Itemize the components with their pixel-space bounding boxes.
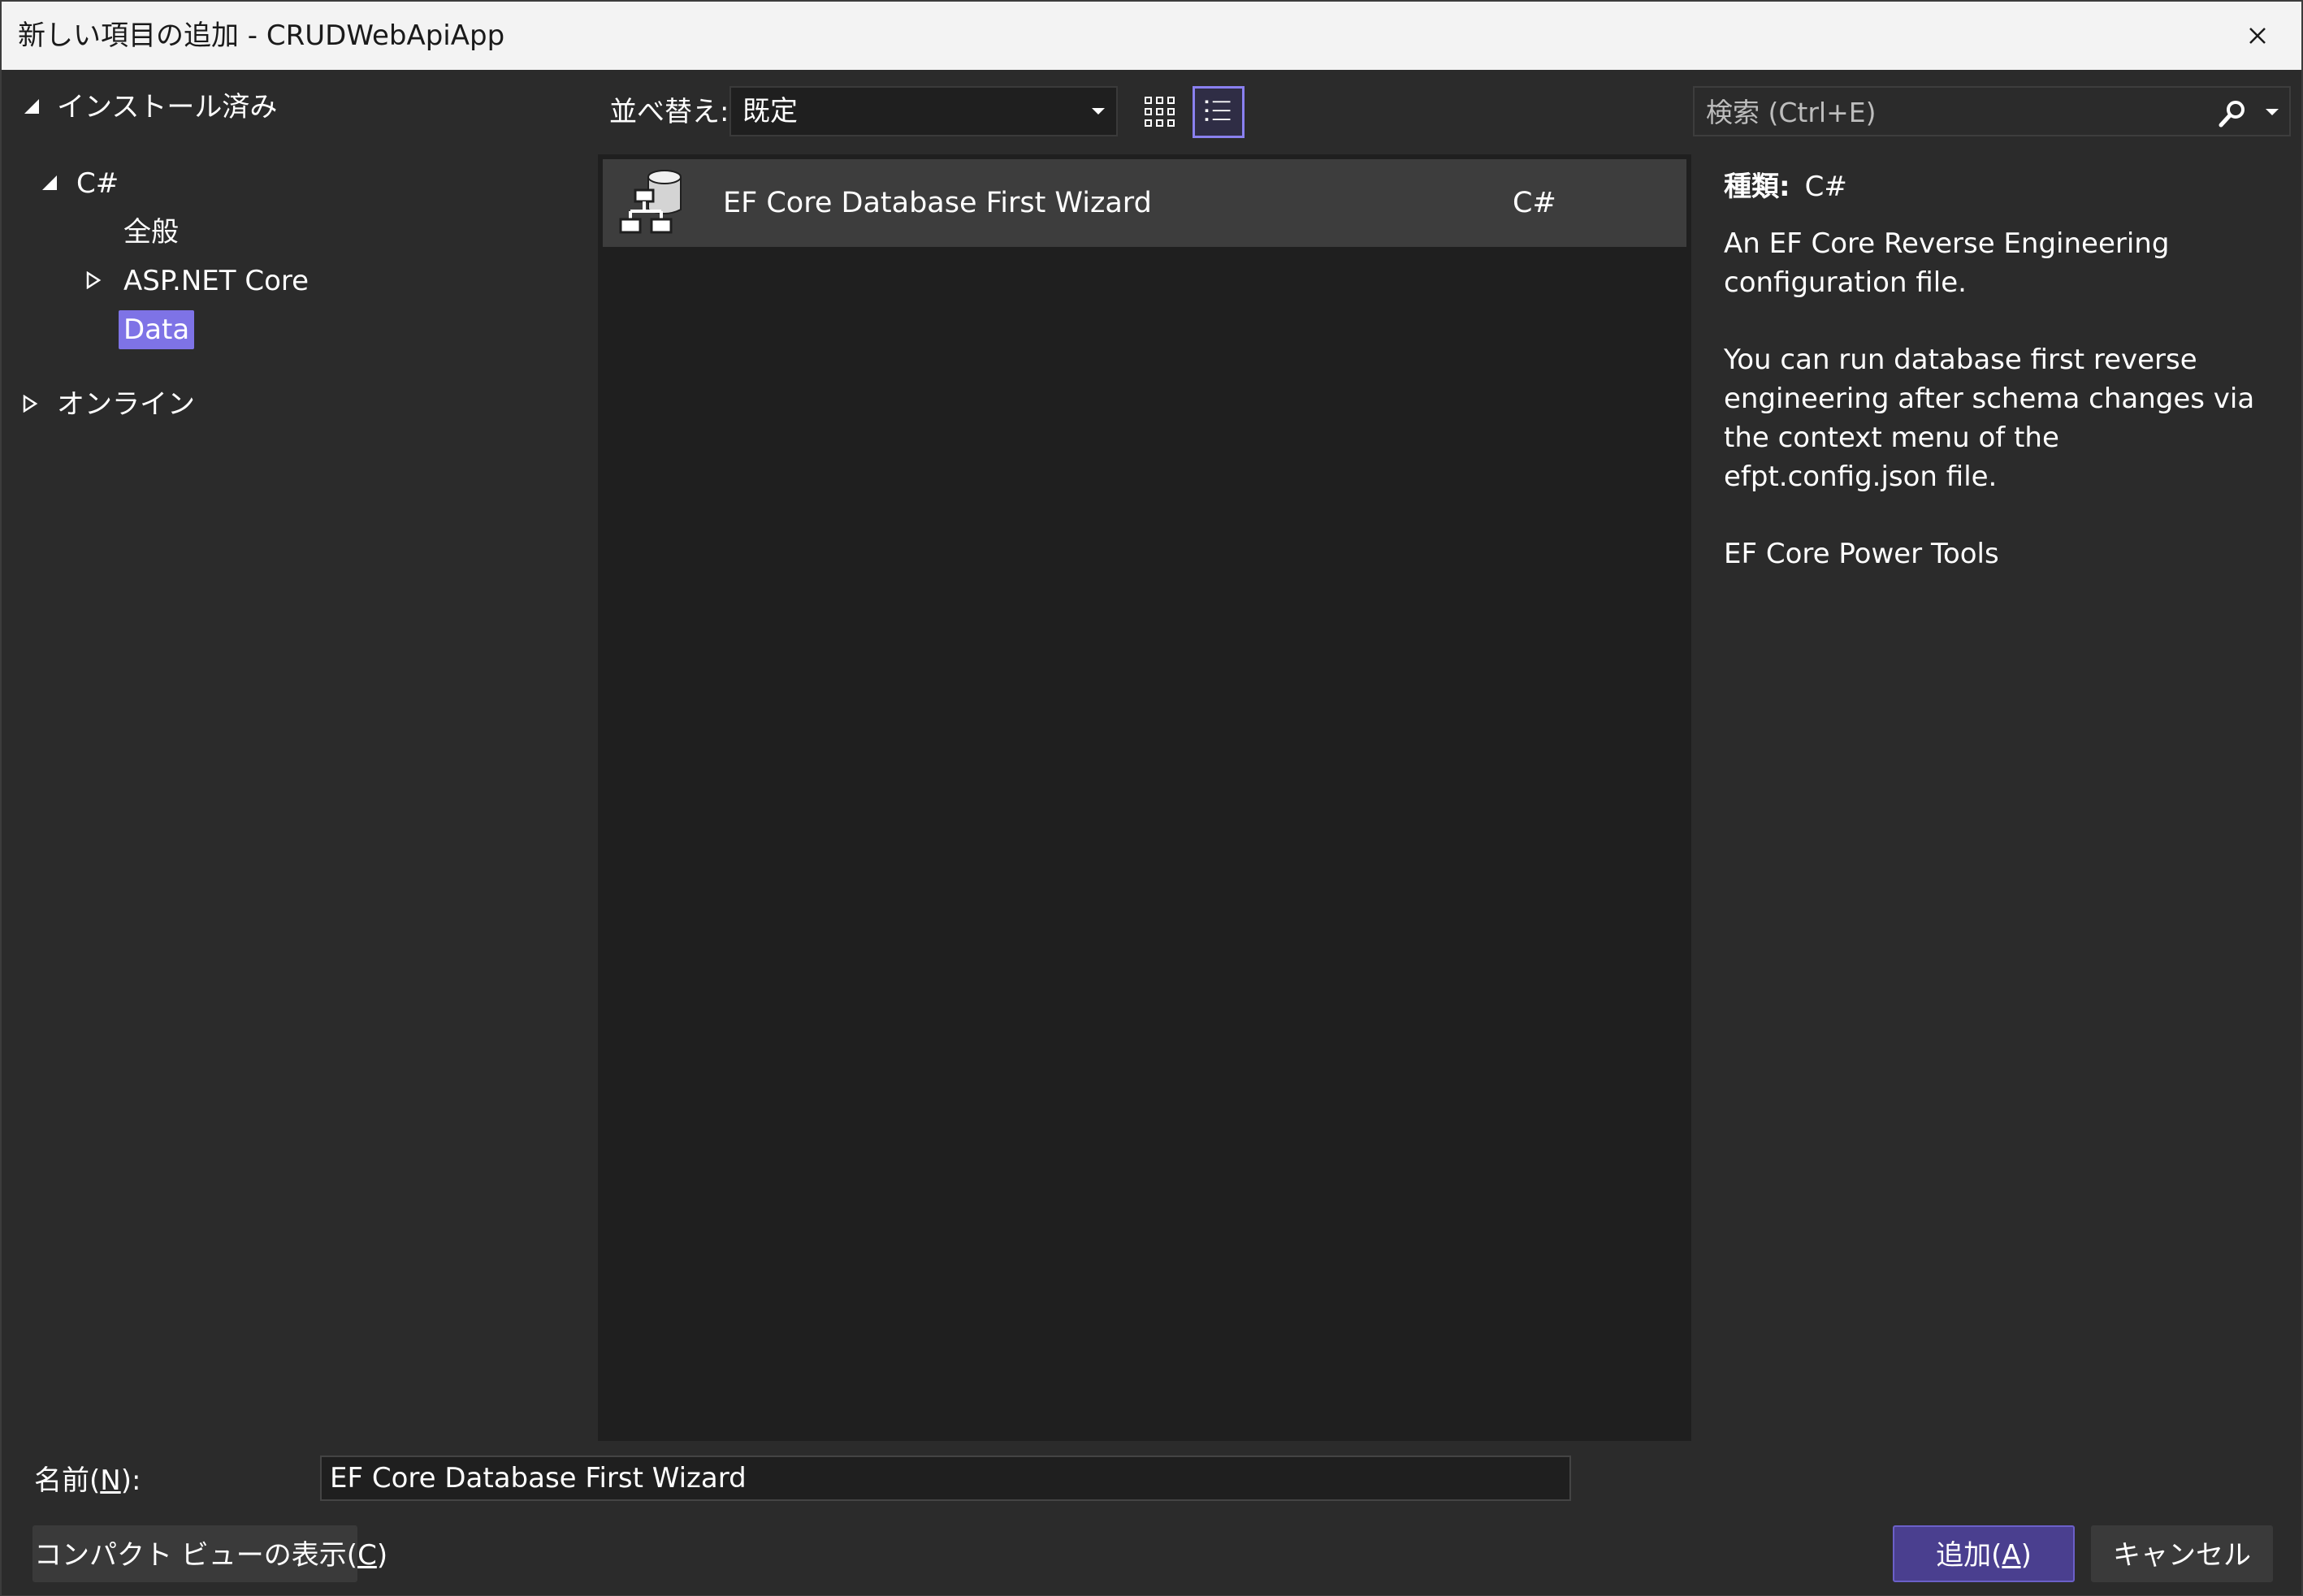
name-label: 名前(N): — [34, 1461, 141, 1500]
search-icon[interactable] — [2216, 97, 2249, 130]
search-box[interactable] — [1693, 86, 2291, 136]
compact-view-prefix: コンパクト ビューの表示( — [34, 1539, 358, 1572]
category-tree: インストール済み C# 全般 ASP.NET Core Data オンライン — [2, 71, 595, 1444]
tree-node-general[interactable]: 全般 — [2, 213, 587, 252]
compact-view-button[interactable]: コンパクト ビューの表示(C) — [32, 1525, 387, 1582]
tree-node-data-label: Data — [119, 310, 195, 349]
add-button-prefix: 追加( — [1936, 1539, 2002, 1572]
tree-node-csharp[interactable]: C# — [2, 164, 587, 203]
add-button[interactable]: 追加(A) — [1893, 1525, 2075, 1582]
expanded-triangle-icon[interactable] — [23, 97, 41, 115]
details-type-value: C# — [1804, 171, 1847, 203]
list-view-button[interactable] — [1193, 86, 1245, 138]
name-input[interactable] — [320, 1455, 1571, 1501]
tree-node-installed-label: インストール済み — [57, 91, 278, 123]
tree-node-general-label: 全般 — [123, 216, 179, 249]
add-button-accesskey: A — [2002, 1539, 2021, 1572]
sort-label: 並べ替え: — [609, 96, 729, 128]
details-panel: 種類: C# An EF Core Reverse Engineering con… — [1724, 167, 2276, 612]
details-description-2: You can run database first reverse engin… — [1724, 344, 2255, 493]
cancel-button[interactable]: キャンセル — [2091, 1525, 2273, 1582]
collapsed-triangle-icon[interactable] — [21, 395, 39, 413]
sort-dropdown-value: 既定 — [742, 95, 798, 128]
tree-node-installed[interactable]: インストール済み — [2, 88, 587, 127]
compact-view-suffix: ) — [376, 1539, 388, 1572]
template-name: EF Core Database First Wizard — [723, 187, 1152, 219]
tree-node-aspnet-core[interactable]: ASP.NET Core — [2, 262, 587, 301]
details-author: EF Core Power Tools — [1724, 538, 1999, 570]
chevron-down-icon[interactable] — [2265, 107, 2279, 117]
name-label-accesskey: N — [100, 1464, 121, 1497]
window-title: 新しい項目の追加 - CRUDWebApiApp — [18, 19, 505, 52]
close-icon[interactable] — [2238, 16, 2277, 55]
compact-view-accesskey: C — [357, 1539, 377, 1572]
tree-node-online-label: オンライン — [57, 388, 195, 421]
details-description-1: An EF Core Reverse Engineering configura… — [1724, 227, 2170, 299]
tree-node-csharp-label: C# — [76, 167, 119, 200]
medium-icons-view-button[interactable] — [1134, 86, 1186, 138]
tree-node-online[interactable]: オンライン — [2, 385, 587, 424]
collapsed-triangle-icon[interactable] — [84, 271, 102, 289]
name-label-prefix: 名前( — [34, 1464, 101, 1497]
chevron-down-icon — [1092, 108, 1105, 115]
search-input[interactable] — [1704, 93, 2211, 132]
expanded-triangle-icon[interactable] — [41, 174, 58, 192]
details-type: 種類: C# — [1724, 167, 2276, 206]
database-schema-icon — [619, 170, 682, 234]
list-item[interactable]: EF Core Database First Wizard C# — [603, 159, 1686, 247]
template-list: EF Core Database First Wizard C# — [598, 154, 1691, 1441]
details-type-key: 種類: — [1724, 171, 1790, 203]
template-language: C# — [1513, 187, 1556, 219]
add-button-suffix: ) — [2020, 1539, 2032, 1572]
tree-node-aspnet-core-label: ASP.NET Core — [123, 265, 310, 297]
tree-node-data[interactable]: Data — [2, 310, 587, 349]
add-new-item-dialog: 新しい項目の追加 - CRUDWebApiApp インストール済み C# 全般 … — [0, 0, 2303, 1596]
name-label-suffix: ): — [120, 1464, 141, 1497]
sort-dropdown[interactable]: 既定 — [729, 86, 1118, 136]
title-bar: 新しい項目の追加 - CRUDWebApiApp — [2, 2, 2301, 70]
